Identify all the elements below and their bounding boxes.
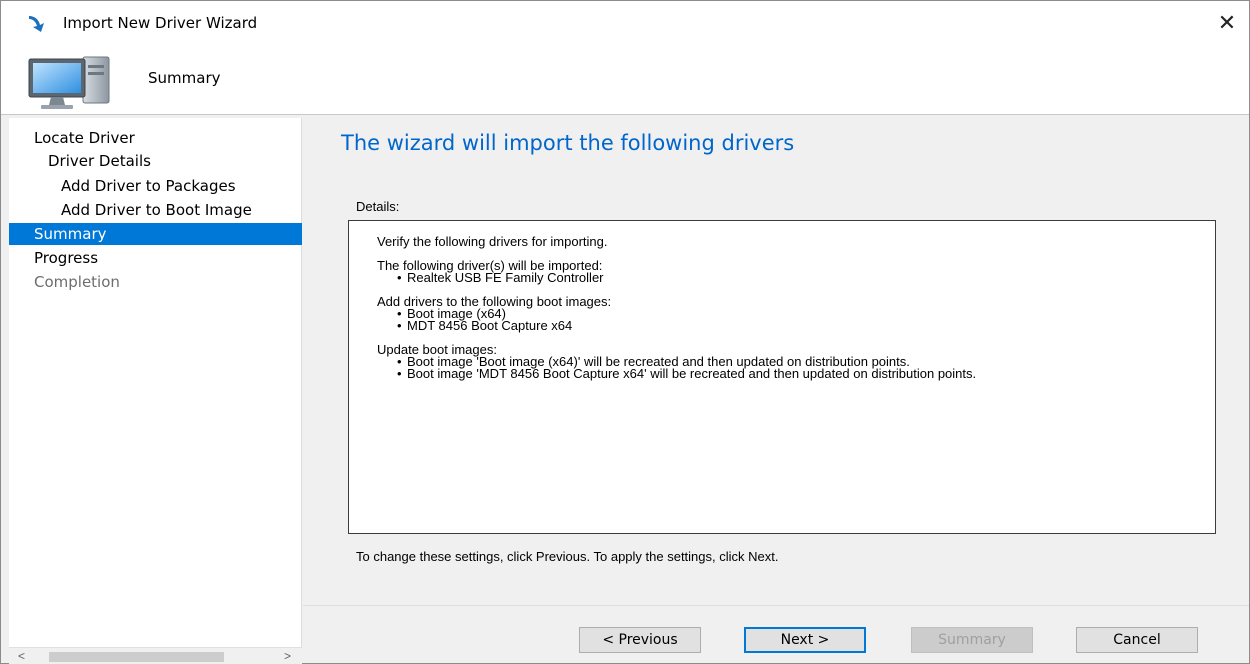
computer-icon: [28, 56, 110, 109]
page-title: The wizard will import the following dri…: [341, 131, 795, 155]
details-textbox[interactable]: Verify the following drivers for importi…: [348, 220, 1216, 534]
previous-button[interactable]: < Previous: [579, 627, 701, 653]
list-item: Realtek USB FE Family Controller: [377, 271, 1187, 284]
nav-item-add-driver-to-packages[interactable]: Add Driver to Packages: [9, 175, 302, 197]
nav-item-summary[interactable]: Summary: [9, 223, 302, 245]
wizard-window: Import New Driver Wizard ✕ Summary Locat…: [0, 0, 1250, 664]
close-icon: ✕: [1217, 10, 1237, 36]
window-title: Import New Driver Wizard: [63, 14, 258, 32]
nav-horizontal-scrollbar[interactable]: < >: [9, 647, 302, 664]
list-item: MDT 8456 Boot Capture x64: [377, 319, 1187, 332]
title-bar: Import New Driver Wizard ✕: [1, 1, 1249, 45]
scroll-right-icon[interactable]: >: [279, 648, 296, 664]
close-button[interactable]: ✕: [1205, 1, 1249, 45]
nav-item-add-driver-to-boot-image[interactable]: Add Driver to Boot Image: [9, 199, 302, 221]
cancel-button[interactable]: Cancel: [1076, 627, 1198, 653]
header-banner: Summary: [1, 45, 1249, 115]
nav-item-progress[interactable]: Progress: [9, 247, 302, 269]
summary-button: Summary: [911, 627, 1033, 653]
nav-item-completion: Completion: [34, 273, 120, 291]
footer-divider: [303, 605, 1249, 606]
details-intro: Verify the following drivers for importi…: [377, 234, 608, 249]
details-label: Details:: [356, 199, 400, 214]
nav-item-locate-driver[interactable]: Locate Driver: [9, 127, 302, 149]
wizard-step-nav: Locate Driver Driver Details Add Driver …: [9, 118, 302, 664]
nav-item-driver-details[interactable]: Driver Details: [9, 150, 302, 172]
instruction-text: To change these settings, click Previous…: [356, 549, 779, 564]
header-title: Summary: [148, 69, 221, 87]
list-item: Boot image 'MDT 8456 Boot Capture x64' w…: [377, 367, 1137, 380]
next-button[interactable]: Next >: [744, 627, 866, 653]
scroll-left-icon[interactable]: <: [13, 648, 30, 664]
wizard-arrow-icon: [29, 16, 44, 32]
scrollbar-thumb[interactable]: [49, 652, 224, 662]
